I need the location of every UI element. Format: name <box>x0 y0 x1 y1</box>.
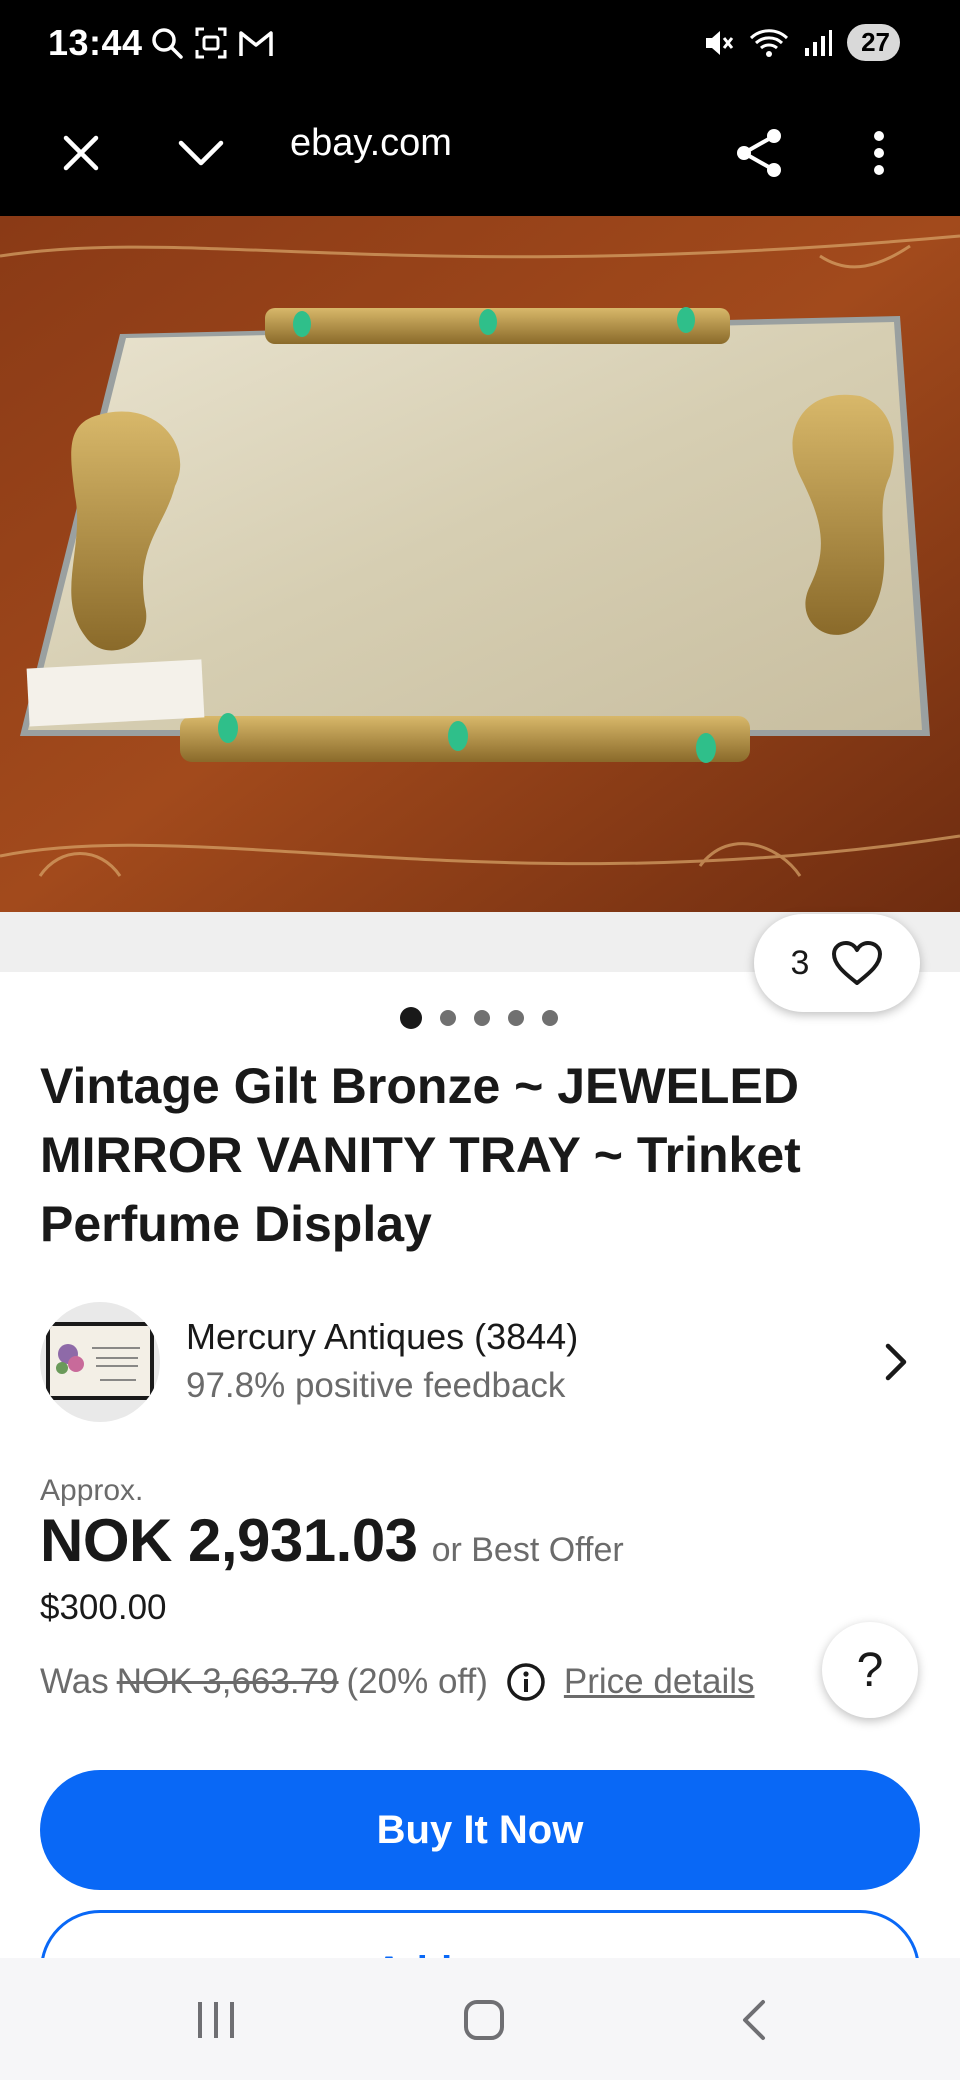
mute-icon <box>706 30 734 55</box>
status-system-icons: 27 <box>703 24 900 61</box>
seller-name[interactable]: Mercury Antiques (3844) <box>186 1316 578 1358</box>
close-tab-button[interactable] <box>48 120 114 186</box>
pagination-dot-active[interactable] <box>400 1007 422 1029</box>
chevron-right-icon[interactable] <box>872 1338 920 1386</box>
wifi-icon <box>750 28 789 57</box>
browser-toolbar: ebay.com <box>0 90 960 216</box>
home-button[interactable] <box>452 1988 516 2052</box>
price-row: NOK 2,931.03 or Best Offer <box>40 1506 624 1575</box>
was-price-row: Was NOK 3,663.79 (20% off) Price details <box>40 1662 755 1702</box>
product-image[interactable] <box>0 216 960 912</box>
listing-title: Vintage Gilt Bronze ~ JEWELED MIRROR VAN… <box>40 1058 801 1252</box>
system-nav-bar <box>0 1958 960 2080</box>
price-amount: NOK 2,931.03 <box>40 1507 418 1574</box>
heart-icon <box>832 941 883 985</box>
pagination-dot[interactable] <box>542 1010 558 1026</box>
share-button[interactable] <box>726 120 792 186</box>
search-icon <box>152 28 183 59</box>
gmail-icon <box>239 31 273 56</box>
discount-label: (20% off) <box>346 1662 488 1701</box>
help-button[interactable]: ? <box>822 1622 918 1718</box>
close-icon <box>63 135 99 171</box>
battery-badge: 27 <box>847 24 900 61</box>
buy-it-now-button[interactable]: Buy It Now <box>40 1770 920 1890</box>
seller-feedback: 97.8% positive feedback <box>186 1366 566 1405</box>
approx-label: Approx. <box>40 1474 144 1507</box>
image-pagination[interactable] <box>400 1007 558 1029</box>
info-icon[interactable] <box>506 1662 546 1702</box>
home-icon <box>464 2000 504 2040</box>
minimize-tab-button[interactable] <box>168 120 234 186</box>
usd-price: $300.00 <box>40 1588 167 1627</box>
back-icon <box>743 2000 765 2040</box>
seller-info[interactable]: Mercury Antiques (3844) 97.8% positive f… <box>40 1302 920 1422</box>
price-details-link[interactable]: Price details <box>564 1662 755 1702</box>
watch-count: 3 <box>790 943 810 982</box>
screenshot-icon <box>195 27 227 59</box>
chevron-down-icon <box>178 140 224 166</box>
was-label: Was <box>40 1662 109 1701</box>
more-options-button[interactable] <box>846 120 912 186</box>
more-vertical-icon <box>874 131 884 175</box>
status-bar: 13:44 27 <box>0 0 960 90</box>
seller-avatar <box>40 1302 160 1422</box>
pagination-dot[interactable] <box>474 1010 490 1026</box>
share-icon <box>737 129 781 177</box>
recents-icon <box>198 2002 234 2038</box>
back-button[interactable] <box>722 1988 786 2052</box>
status-time: 13:44 <box>48 22 143 63</box>
watchlist-button[interactable]: 3 <box>754 914 920 1012</box>
url-text[interactable]: ebay.com <box>290 122 452 165</box>
signal-icon <box>805 29 833 56</box>
recents-button[interactable] <box>184 1988 248 2052</box>
pagination-dot[interactable] <box>508 1010 524 1026</box>
best-offer-label: or Best Offer <box>431 1531 624 1569</box>
status-notification-icons <box>150 26 274 60</box>
pagination-dot[interactable] <box>440 1010 456 1026</box>
was-price: NOK 3,663.79 <box>116 1662 339 1701</box>
